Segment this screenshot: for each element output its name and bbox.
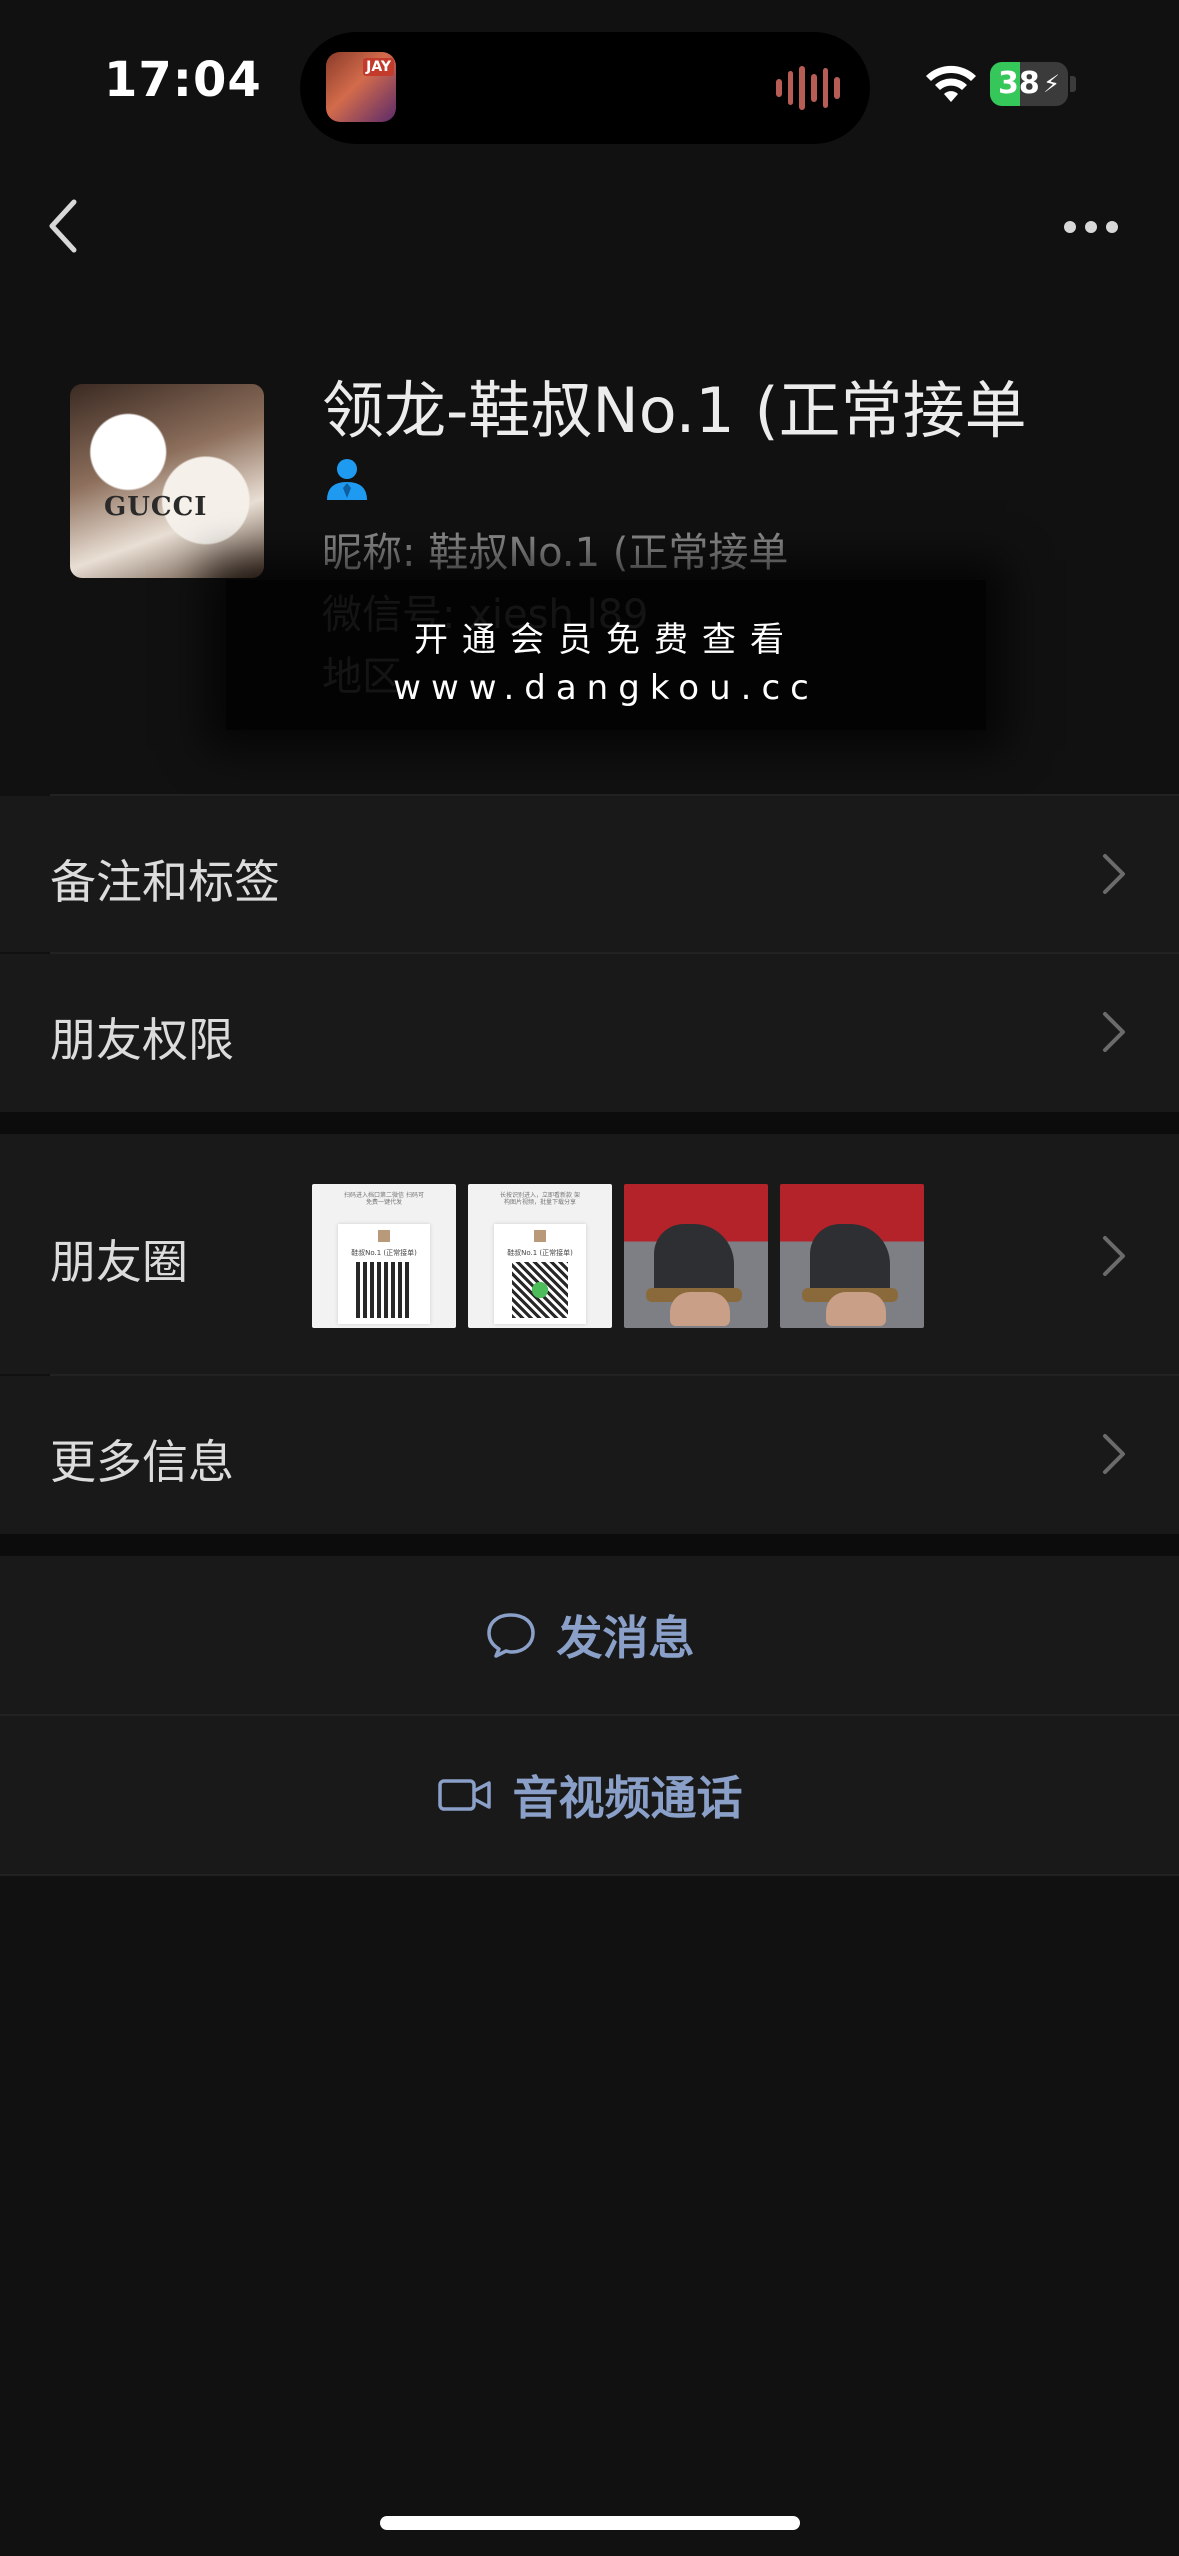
qr-name: 鞋叔No.1 (正常接单) <box>507 1249 573 1257</box>
watermark-line1: 开通会员免费查看 <box>414 620 798 660</box>
chevron-right-icon <box>1103 1236 1125 1276</box>
qr-card: 鞋叔No.1 (正常接单) <box>494 1224 586 1324</box>
wifi-icon <box>926 65 976 102</box>
avatar[interactable]: GUCCI <box>70 384 264 578</box>
nickname: 昵称: 鞋叔No.1 (正常接单 <box>322 530 789 576</box>
artwork-label: JAY <box>363 58 394 76</box>
hand-image <box>826 1292 886 1326</box>
more-info-label: 更多信息 <box>50 1435 234 1489</box>
chevron-right-icon <box>1103 1012 1125 1052</box>
person-icon <box>327 459 367 500</box>
avatar-text: GUCCI <box>104 492 208 522</box>
more-info-row[interactable]: 更多信息 <box>0 1376 1179 1534</box>
status-time: 17:04 <box>104 52 262 108</box>
qr-card: 鞋叔No.1 (正常接单) <box>338 1224 430 1324</box>
friend-permissions-label: 朋友权限 <box>50 1013 234 1067</box>
qr-avatar <box>378 1230 390 1242</box>
profile-name: 领龙-鞋叔No.1 (正常接单 <box>322 374 1027 447</box>
battery-icon: 38 ⚡ <box>990 62 1068 106</box>
hand-image <box>670 1292 730 1326</box>
voice-video-call-label: 音视频通话 <box>512 1771 743 1825</box>
moment-thumbnail[interactable]: 扫码进入档口第二微信 扫码可免费一键代发 鞋叔No.1 (正常接单) <box>312 1184 456 1328</box>
qr-name: 鞋叔No.1 (正常接单) <box>351 1249 417 1257</box>
battery-cap <box>1070 76 1076 92</box>
watermark-line2: www.dangkou.cc <box>393 668 819 708</box>
qr-code <box>512 1262 568 1318</box>
chevron-right-icon <box>1103 854 1125 894</box>
moments-label: 朋友圈 <box>50 1235 188 1289</box>
moment-thumbnail[interactable]: 长按识别进入，立即看新款 架构图片视频，批量下载分享 鞋叔No.1 (正常接单) <box>468 1184 612 1328</box>
charging-bolt-icon: ⚡ <box>1043 70 1060 98</box>
moment-thumbnail[interactable] <box>780 1184 924 1328</box>
friend-permissions-row[interactable]: 朋友权限 <box>0 954 1179 1112</box>
remarks-tags-label: 备注和标签 <box>50 855 280 909</box>
voice-video-call-button[interactable]: 音视频通话 <box>0 1716 1179 1874</box>
send-message-button[interactable]: 发消息 <box>0 1556 1179 1714</box>
thumbnail-caption: 长按识别进入，立即看新款 架构图片视频，批量下载分享 <box>500 1192 580 1206</box>
thumbnail-caption: 扫码进入档口第二微信 扫码可免费一键代发 <box>344 1192 424 1206</box>
moments-row[interactable]: 朋友圈 扫码进入档口第二微信 扫码可免费一键代发 鞋叔No.1 (正常接单) 长… <box>0 1134 1179 1374</box>
qr-code <box>356 1262 412 1318</box>
boot-image <box>810 1224 890 1296</box>
home-indicator[interactable] <box>380 2516 800 2530</box>
ellipsis-icon[interactable] <box>1064 212 1124 242</box>
chevron-left-icon[interactable] <box>44 196 84 256</box>
now-playing-artwork[interactable]: JAY <box>326 52 396 122</box>
send-message-label: 发消息 <box>556 1611 695 1665</box>
chevron-right-icon <box>1103 1434 1125 1474</box>
remarks-tags-row[interactable]: 备注和标签 <box>0 796 1179 952</box>
divider <box>0 1874 1179 1876</box>
audio-wave-icon <box>776 64 841 112</box>
chat-bubble-icon <box>486 1613 535 1658</box>
boot-image <box>654 1224 734 1296</box>
section-gap <box>0 1112 1179 1134</box>
video-camera-icon <box>437 1779 491 1811</box>
qr-avatar <box>534 1230 546 1242</box>
moment-thumbnail[interactable] <box>624 1184 768 1328</box>
section-gap <box>0 1534 1179 1556</box>
